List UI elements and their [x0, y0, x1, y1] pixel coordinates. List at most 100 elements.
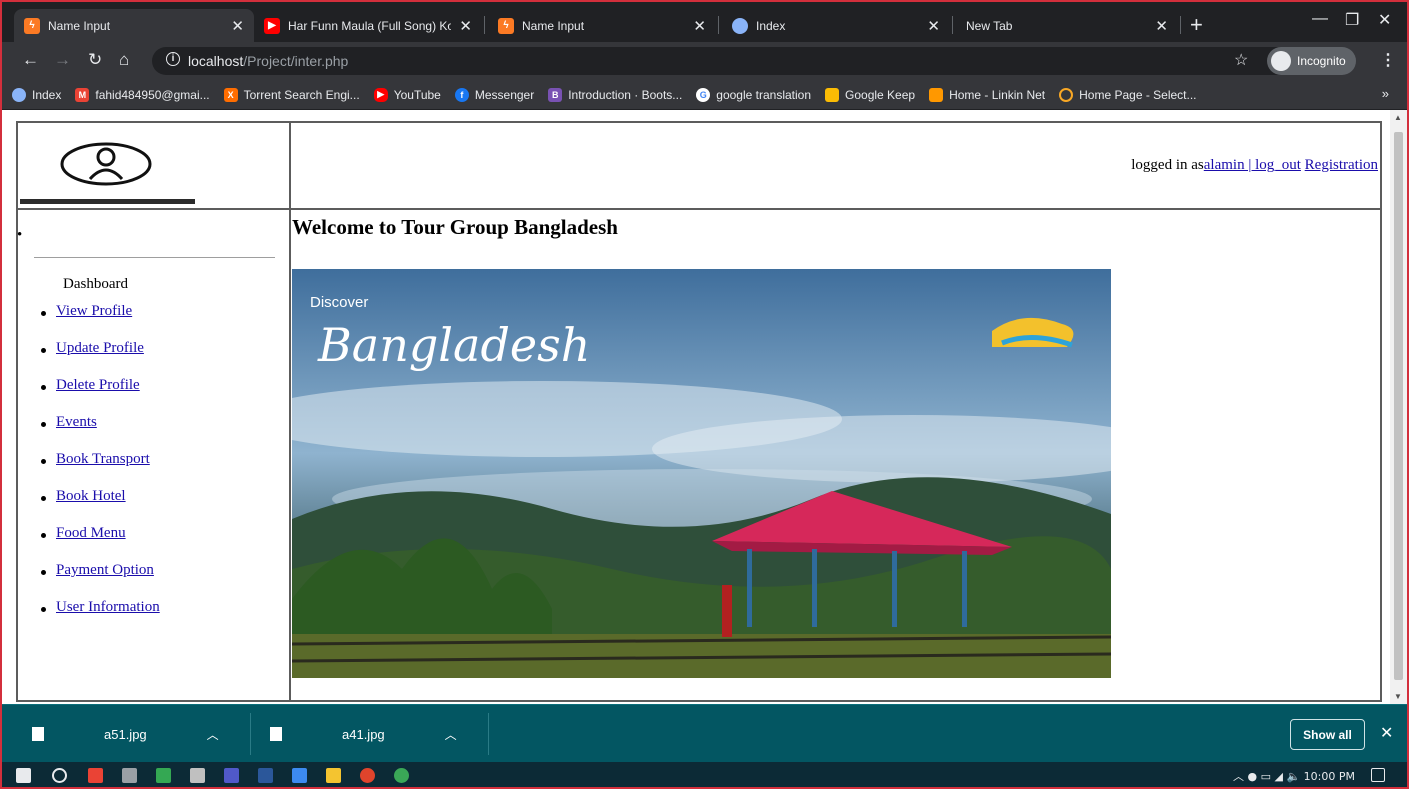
bullet [41, 570, 46, 575]
book-hotel-link[interactable]: Book Hotel [56, 488, 126, 505]
bookmark-label: Messenger [474, 87, 535, 102]
list-item: Delete Profile [41, 377, 160, 414]
bullet [41, 459, 46, 464]
close-icon[interactable]: ✕ [459, 17, 472, 35]
bookmark-google-keep[interactable]: Google Keep [825, 87, 915, 102]
bookmark-star-icon[interactable]: ☆ [1234, 50, 1248, 70]
windows-taskbar: ︿ ● ▭ ◢ 🔈 10:00 PM [2, 762, 1407, 787]
list-item: User Information [41, 599, 160, 636]
gmail-icon: M [75, 87, 90, 102]
app-icon[interactable] [394, 768, 409, 783]
incognito-icon [1271, 51, 1291, 71]
logged-in-text: logged in as [1131, 157, 1204, 173]
tab-new-tab[interactable]: New Tab ✕ [956, 9, 1178, 42]
vertical-scrollbar[interactable]: ▲ ▼ [1390, 110, 1407, 704]
empty-bullet: • [17, 227, 23, 243]
tab-name-input-2[interactable]: ϟ Name Input ✕ [488, 9, 716, 42]
more-bookmarks-icon[interactable]: » [1382, 86, 1389, 101]
bullet [41, 385, 46, 390]
update-profile-link[interactable]: Update Profile [56, 340, 144, 357]
tab-name-input[interactable]: ϟ Name Input ✕ [14, 9, 254, 42]
show-all-button[interactable]: Show all [1290, 719, 1365, 750]
notification-icon[interactable] [1371, 768, 1385, 782]
bookmark-google-translation[interactable]: Ggoogle translation [696, 87, 811, 102]
hero-image: Discover Bangladesh [292, 269, 1111, 678]
new-tab-plus-icon[interactable]: + [1190, 12, 1203, 38]
delete-profile-link[interactable]: Delete Profile [56, 377, 140, 394]
tab-separator [952, 16, 953, 34]
app-icon[interactable] [156, 768, 171, 783]
back-arrow-icon[interactable]: ← [22, 50, 39, 70]
close-icon[interactable]: ✕ [927, 17, 940, 35]
clock-time: 10:00 PM [1303, 770, 1355, 783]
menu-kebab-icon[interactable]: ⋮ [1380, 50, 1396, 70]
home-icon[interactable]: ⌂ [119, 50, 129, 70]
scroll-up-icon[interactable]: ▲ [1394, 113, 1402, 122]
bookmark-gmail[interactable]: Mfahid484950@gmai... [75, 87, 210, 102]
file-icon [270, 727, 282, 741]
payment-option-link[interactable]: Payment Option [56, 562, 154, 579]
bookmark-index[interactable]: Index [12, 87, 61, 102]
download-item-a41[interactable]: a41.jpg ︿ [270, 705, 457, 763]
minimize-icon[interactable]: — [1312, 10, 1328, 28]
tray-icons[interactable]: ︿ ● ▭ ◢ 🔈 [1233, 770, 1304, 783]
file-explorer-icon[interactable] [326, 768, 341, 783]
user-logout-link[interactable]: alamin | log_out [1204, 157, 1301, 173]
bookmark-label: Home - Linkin Net [949, 87, 1046, 102]
browser-toolbar: ← → ↻ ⌂ i localhost/Project/inter.php ☆ … [2, 42, 1407, 80]
hero-bangladesh-text: Bangladesh [317, 318, 590, 372]
scroll-down-icon[interactable]: ▼ [1394, 692, 1402, 701]
chevron-up-icon[interactable]: ︿ [445, 726, 457, 743]
download-filename: a51.jpg [104, 726, 147, 742]
tab-index[interactable]: Index ✕ [722, 9, 950, 42]
url-text: localhost/Project/inter.php [188, 53, 348, 69]
windows-start-icon[interactable] [16, 768, 31, 783]
bookmark-bootstrap[interactable]: B Introduction · Boots... [548, 87, 682, 102]
close-icon[interactable]: ✕ [231, 17, 244, 35]
app-icon[interactable] [122, 768, 137, 783]
shelf-close-icon[interactable]: ✕ [1380, 723, 1393, 743]
close-icon[interactable]: ✕ [693, 17, 706, 35]
youtube-icon: ▶ [373, 87, 388, 102]
book-transport-link[interactable]: Book Transport [56, 451, 150, 468]
download-item-a51[interactable]: a51.jpg ︿ [32, 705, 219, 763]
forward-arrow-icon[interactable]: → [54, 50, 71, 70]
download-filename: a41.jpg [342, 726, 385, 742]
incognito-badge[interactable]: Incognito [1267, 47, 1356, 75]
scrollbar-thumb[interactable] [1394, 132, 1403, 680]
search-icon[interactable] [52, 768, 67, 783]
app-icon[interactable] [292, 768, 307, 783]
info-icon[interactable]: i [166, 52, 180, 66]
tab-label: Index [756, 18, 786, 33]
registration-link[interactable]: Registration [1305, 157, 1378, 173]
chrome-icon[interactable] [360, 768, 375, 783]
browser-window: ϟ Name Input ✕ ▶ Har Funn Maula (Full So… [0, 0, 1409, 789]
bookmark-torrent[interactable]: X Torrent Search Engi... [223, 87, 360, 102]
view-profile-link[interactable]: View Profile [56, 303, 132, 320]
address-bar[interactable]: i localhost/Project/inter.php [152, 47, 1302, 75]
tab-youtube-song[interactable]: ▶ Har Funn Maula (Full Song) Ko ✕ [254, 9, 482, 42]
app-icon[interactable] [190, 768, 205, 783]
tab-separator [1180, 16, 1181, 34]
download-separator [250, 713, 251, 755]
tab-label: Har Funn Maula (Full Song) Ko [288, 18, 452, 33]
reload-icon[interactable]: ↻ [88, 50, 102, 70]
restore-icon[interactable]: ❐ [1345, 10, 1359, 30]
events-link[interactable]: Events [56, 414, 97, 431]
close-icon[interactable]: ✕ [1155, 17, 1168, 35]
user-information-link[interactable]: User Information [56, 599, 160, 616]
gmail-icon[interactable] [88, 768, 103, 783]
bookmark-label: Home Page - Select... [1079, 87, 1197, 102]
word-icon[interactable] [258, 768, 273, 783]
teams-icon[interactable] [224, 768, 239, 783]
bookmark-home-page[interactable]: Home Page - Select... [1059, 87, 1197, 102]
user-logo-icon [58, 141, 154, 192]
bookmark-linkin-net[interactable]: Home - Linkin Net [929, 87, 1046, 102]
window-close-icon[interactable]: ✕ [1378, 10, 1391, 30]
chevron-up-icon[interactable]: ︿ [207, 726, 219, 743]
bookmark-youtube[interactable]: ▶ YouTube [373, 87, 441, 102]
globe-icon [732, 17, 748, 34]
food-menu-link[interactable]: Food Menu [56, 525, 126, 542]
layout-table: logged in asalamin | log_out Registratio… [16, 121, 1382, 702]
bookmark-messenger[interactable]: f Messenger [454, 87, 535, 102]
